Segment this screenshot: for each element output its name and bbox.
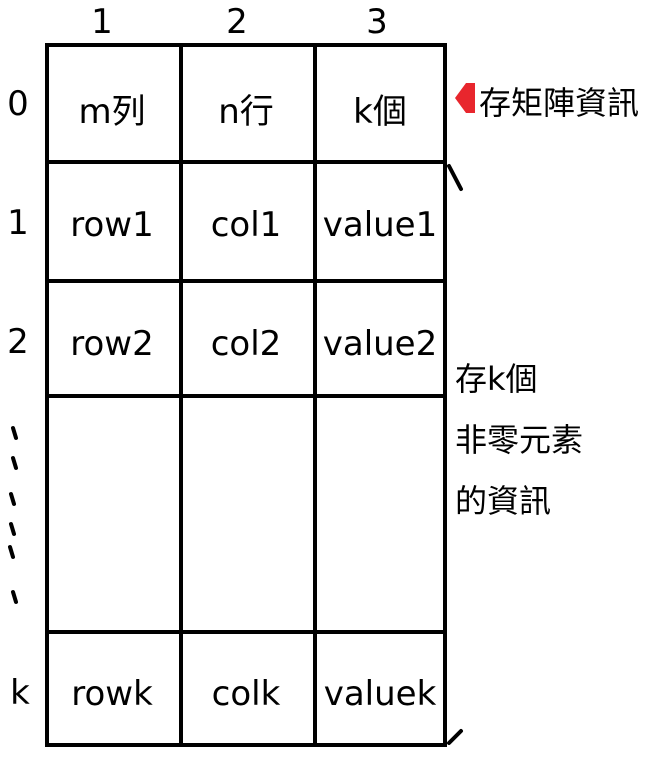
nonzero-info-line2: 非零元素 bbox=[455, 421, 584, 459]
arrow-left-icon bbox=[455, 83, 475, 113]
nonzero-info-line1: 存k個 bbox=[455, 360, 538, 398]
matrix-info-label: 存矩陣資訊 bbox=[479, 84, 640, 122]
nonzero-info-line3: 的資訊 bbox=[455, 482, 552, 520]
ellipsis-dots bbox=[8, 426, 18, 604]
